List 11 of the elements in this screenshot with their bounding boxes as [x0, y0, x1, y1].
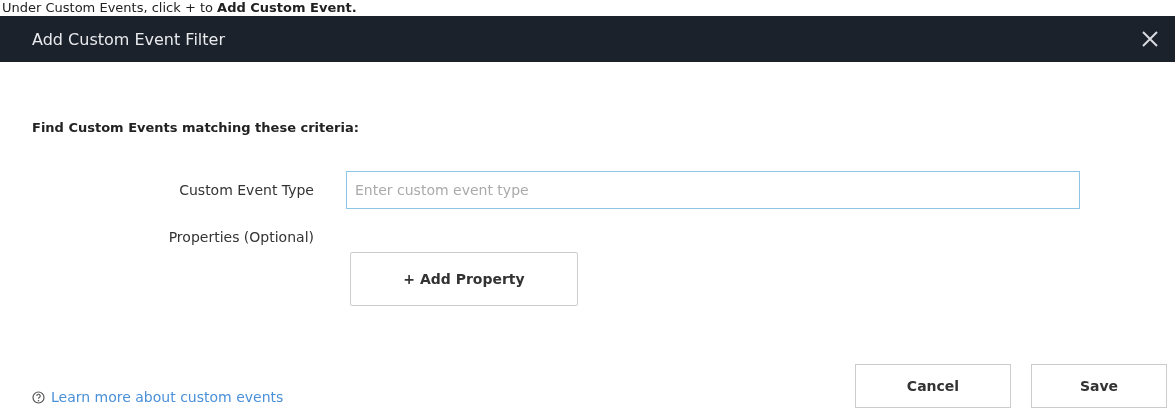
close-icon[interactable] [1141, 30, 1159, 48]
criteria-heading: Find Custom Events matching these criteria: [32, 120, 360, 135]
field-label: Custom Event Type [178, 182, 314, 198]
field-label: Properties (Optional) [167, 229, 314, 245]
instruction-text: Under Custom Events, click + to Add Custom Event. [1, 0, 358, 16]
event-type-field[interactable]: Enter custom event type [346, 171, 1080, 209]
dialog-button[interactable]: Cancel [855, 364, 1011, 408]
dialog-title: Add Custom Event Filter [32, 29, 225, 49]
add-property-button[interactable]: + Add Property [350, 252, 578, 306]
dialog-button[interactable]: Save [1031, 364, 1167, 408]
help-icon [32, 390, 45, 404]
